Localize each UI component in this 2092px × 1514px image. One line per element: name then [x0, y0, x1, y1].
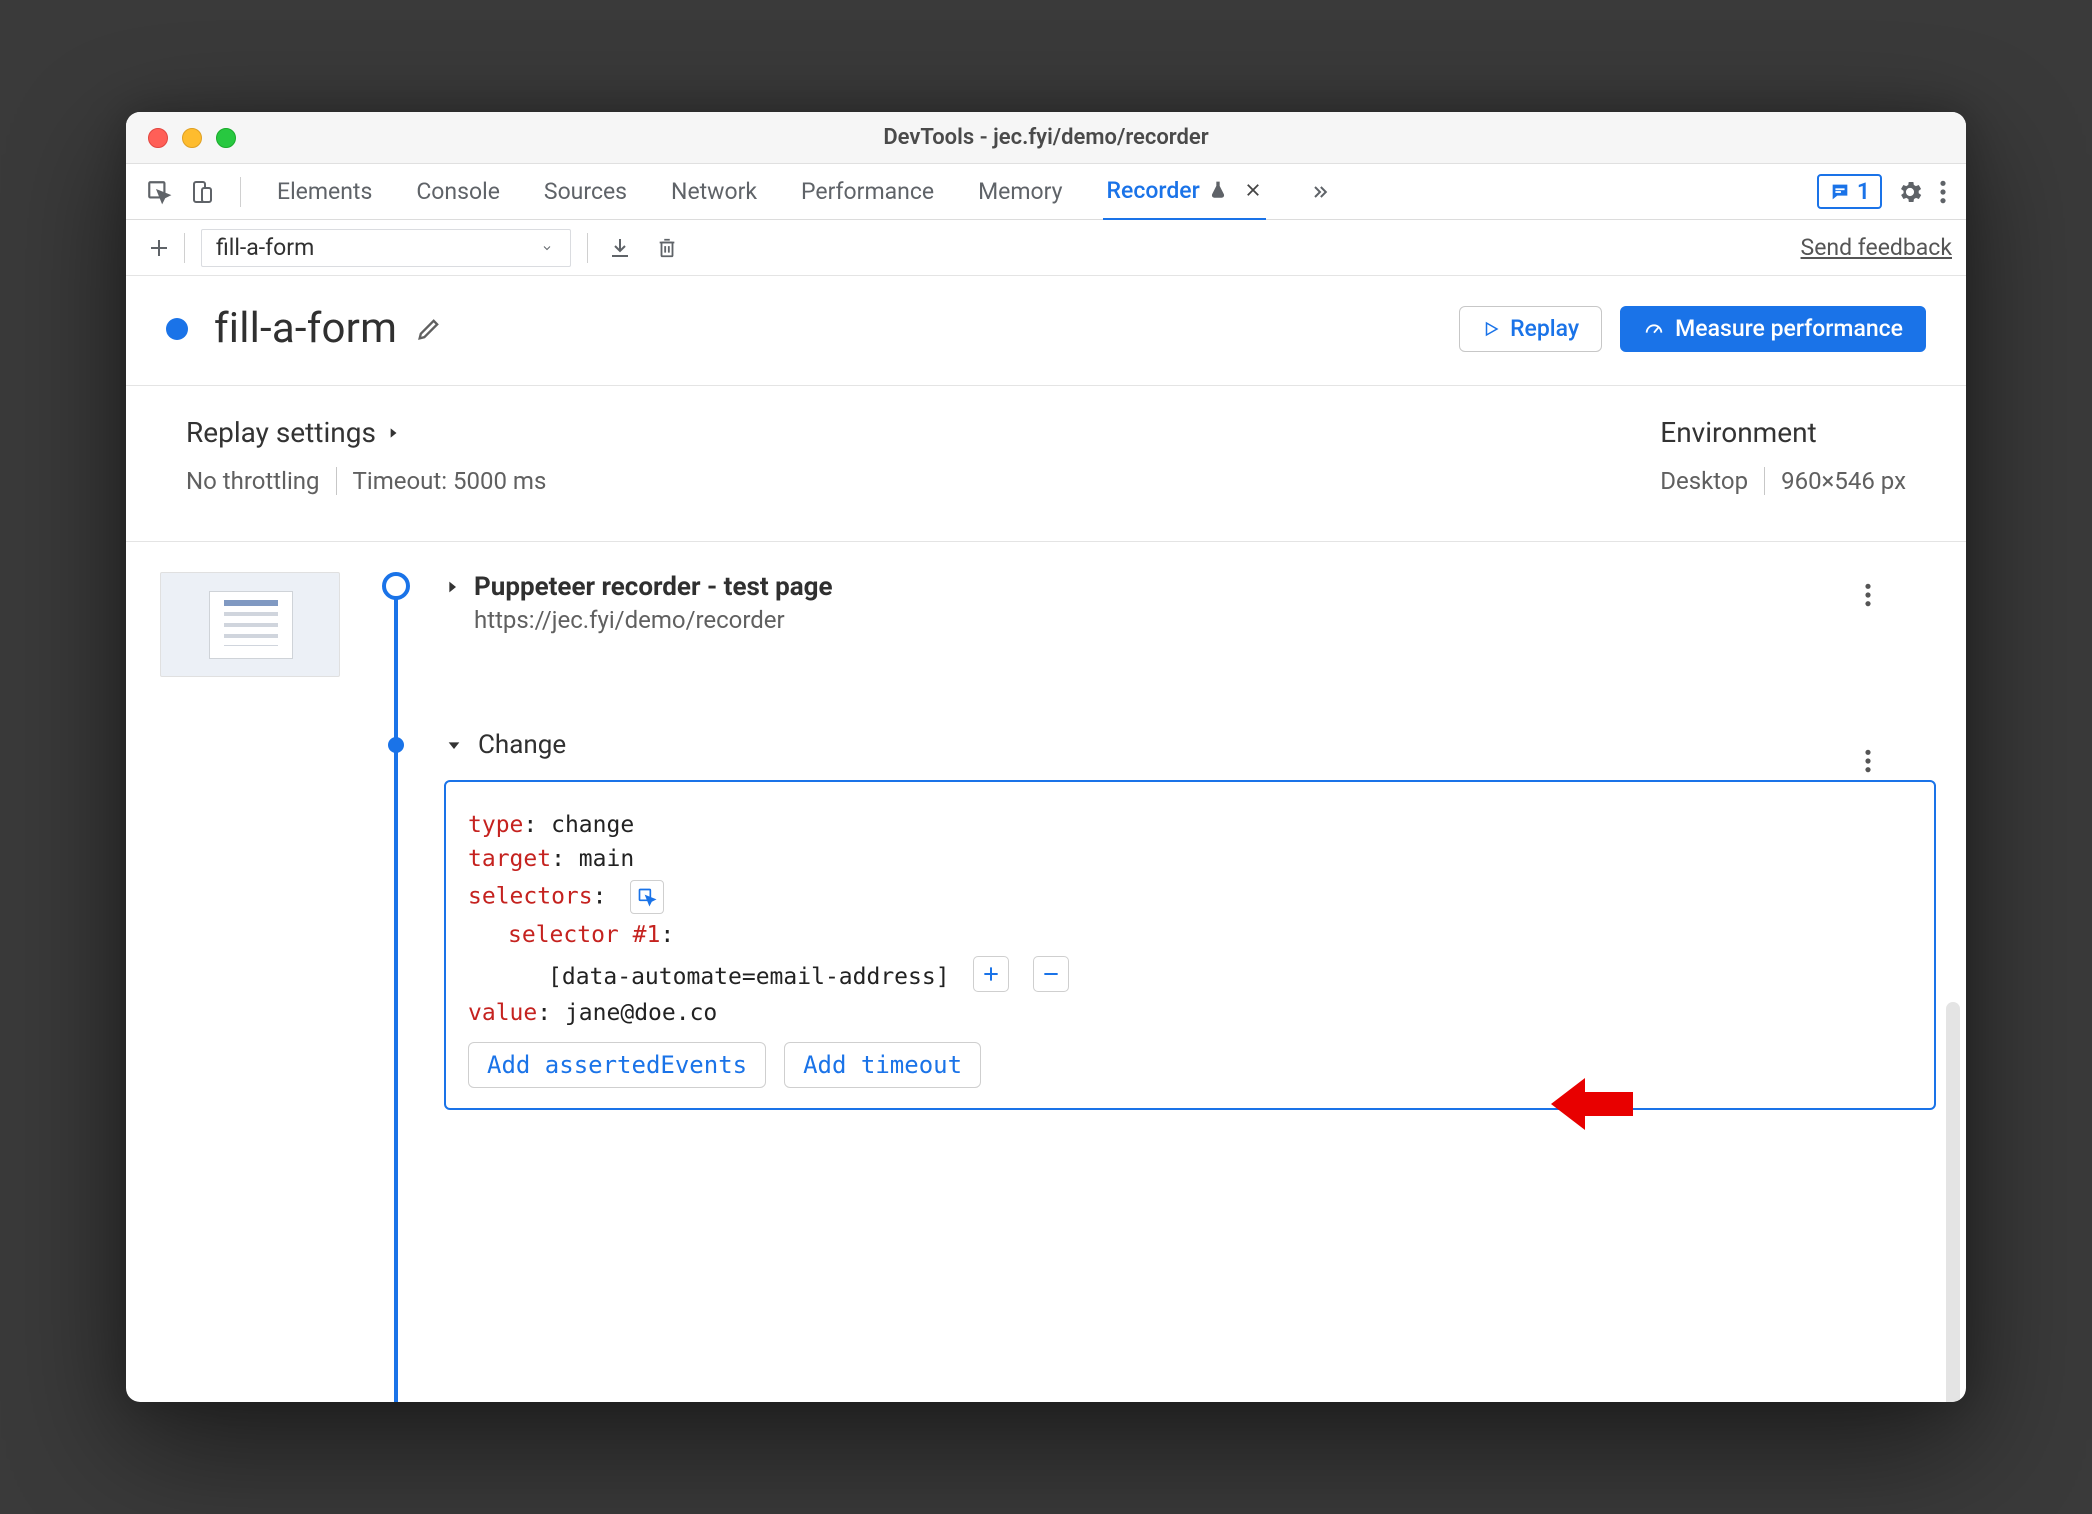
step-marker-ring-icon: [382, 572, 410, 600]
add-timeout-button[interactable]: Add timeout: [784, 1042, 981, 1088]
messages-count: 1: [1857, 178, 1870, 205]
device-icon[interactable]: [190, 179, 214, 205]
remove-selector-button[interactable]: [1033, 956, 1069, 992]
export-icon[interactable]: [594, 235, 646, 261]
step-menu-button[interactable]: [1860, 744, 1876, 778]
flask-icon: [1208, 179, 1228, 201]
recorder-toolbar: fill-a-form Send feedback: [126, 220, 1966, 276]
send-feedback-link[interactable]: Send feedback: [1801, 234, 1952, 261]
caret-right-icon: [386, 423, 400, 443]
chevron-down-icon: [538, 242, 556, 254]
chat-icon: [1829, 181, 1851, 203]
step-marker-dot-icon: [388, 737, 404, 753]
divider: [240, 177, 241, 207]
tab-elements[interactable]: Elements: [273, 164, 376, 219]
divider: [1764, 467, 1765, 495]
recording-title: fill-a-form: [214, 304, 397, 353]
more-menu-icon[interactable]: [1938, 179, 1948, 205]
detail-value-val[interactable]: jane@doe.co: [565, 1000, 717, 1026]
tab-console[interactable]: Console: [412, 164, 504, 219]
caret-right-icon: [444, 577, 460, 597]
step-navigate[interactable]: Puppeteer recorder - test page: [444, 572, 1936, 602]
replay-button[interactable]: Replay: [1459, 306, 1602, 352]
step-change-label: Change: [478, 730, 566, 760]
step-url: https://jec.fyi/demo/recorder: [474, 606, 1936, 634]
step-menu-button[interactable]: [1860, 578, 1876, 612]
recording-select[interactable]: fill-a-form: [201, 229, 571, 267]
recording-select-value: fill-a-form: [216, 234, 314, 261]
divider: [336, 467, 337, 495]
environment-label: Environment: [1660, 416, 1816, 449]
gauge-icon: [1643, 318, 1665, 340]
divider: [587, 233, 588, 263]
pick-selector-button[interactable]: [630, 880, 664, 914]
new-recording-button[interactable]: [140, 229, 178, 267]
tab-memory[interactable]: Memory: [974, 164, 1066, 219]
tab-network[interactable]: Network: [667, 164, 761, 219]
divider: [184, 233, 185, 263]
scrollbar[interactable]: [1946, 1002, 1960, 1402]
settings-row: Replay settings No throttling Timeout: 5…: [126, 386, 1966, 542]
tab-recorder-label: Recorder: [1107, 177, 1200, 204]
detail-selector-label: selector #1: [508, 922, 660, 948]
page-thumbnail[interactable]: [160, 572, 340, 677]
detail-type-val[interactable]: change: [551, 812, 634, 838]
throttling-value: No throttling: [186, 467, 320, 495]
settings-gear-icon[interactable]: [1896, 178, 1924, 206]
recording-dot-icon: [166, 318, 188, 340]
step-details-box: type: change target: main selectors: sel…: [444, 780, 1936, 1110]
more-tabs-icon[interactable]: [1292, 182, 1348, 202]
detail-value-key: value: [468, 1000, 537, 1026]
replay-settings-toggle[interactable]: Replay settings: [186, 416, 546, 449]
replay-label: Replay: [1510, 315, 1579, 342]
detail-selector-value[interactable]: [data-automate=email-address]: [548, 964, 950, 990]
messages-badge[interactable]: 1: [1817, 174, 1882, 209]
detail-target-val[interactable]: main: [579, 846, 634, 872]
env-viewport: 960×546 px: [1781, 467, 1906, 495]
annotation-arrow-icon: [1551, 1072, 1635, 1136]
delete-icon[interactable]: [646, 235, 688, 261]
step-title: Puppeteer recorder - test page: [474, 572, 833, 602]
measure-label: Measure performance: [1675, 315, 1903, 342]
inspect-icon[interactable]: [146, 179, 172, 205]
add-selector-button[interactable]: [973, 956, 1009, 992]
tab-recorder[interactable]: Recorder: [1103, 163, 1266, 221]
timeline-rail: [376, 572, 416, 1402]
detail-selectors-key: selectors: [468, 884, 593, 910]
recording-header: fill-a-form Replay Measure performance: [126, 276, 1966, 386]
tab-performance[interactable]: Performance: [797, 164, 938, 219]
edit-title-button[interactable]: [415, 315, 443, 343]
window-title: DevTools - jec.fyi/demo/recorder: [126, 125, 1966, 150]
devtools-window: DevTools - jec.fyi/demo/recorder Element…: [126, 112, 1966, 1402]
caret-down-icon: [444, 737, 464, 753]
detail-type-key: type: [468, 812, 523, 838]
add-asserted-events-button[interactable]: Add assertedEvents: [468, 1042, 766, 1088]
replay-settings-label: Replay settings: [186, 416, 376, 449]
detail-target-key: target: [468, 846, 551, 872]
close-tab-icon[interactable]: [1244, 181, 1262, 199]
devtools-tabstrip: Elements Console Sources Network Perform…: [126, 164, 1966, 220]
step-change[interactable]: Change: [444, 730, 1936, 760]
tab-sources[interactable]: Sources: [540, 164, 631, 219]
titlebar: DevTools - jec.fyi/demo/recorder: [126, 112, 1966, 164]
play-icon: [1482, 320, 1500, 338]
timeline: Puppeteer recorder - test page https://j…: [126, 542, 1966, 1402]
measure-performance-button[interactable]: Measure performance: [1620, 306, 1926, 352]
timeout-value: Timeout: 5000 ms: [353, 467, 547, 495]
env-device: Desktop: [1660, 467, 1748, 495]
